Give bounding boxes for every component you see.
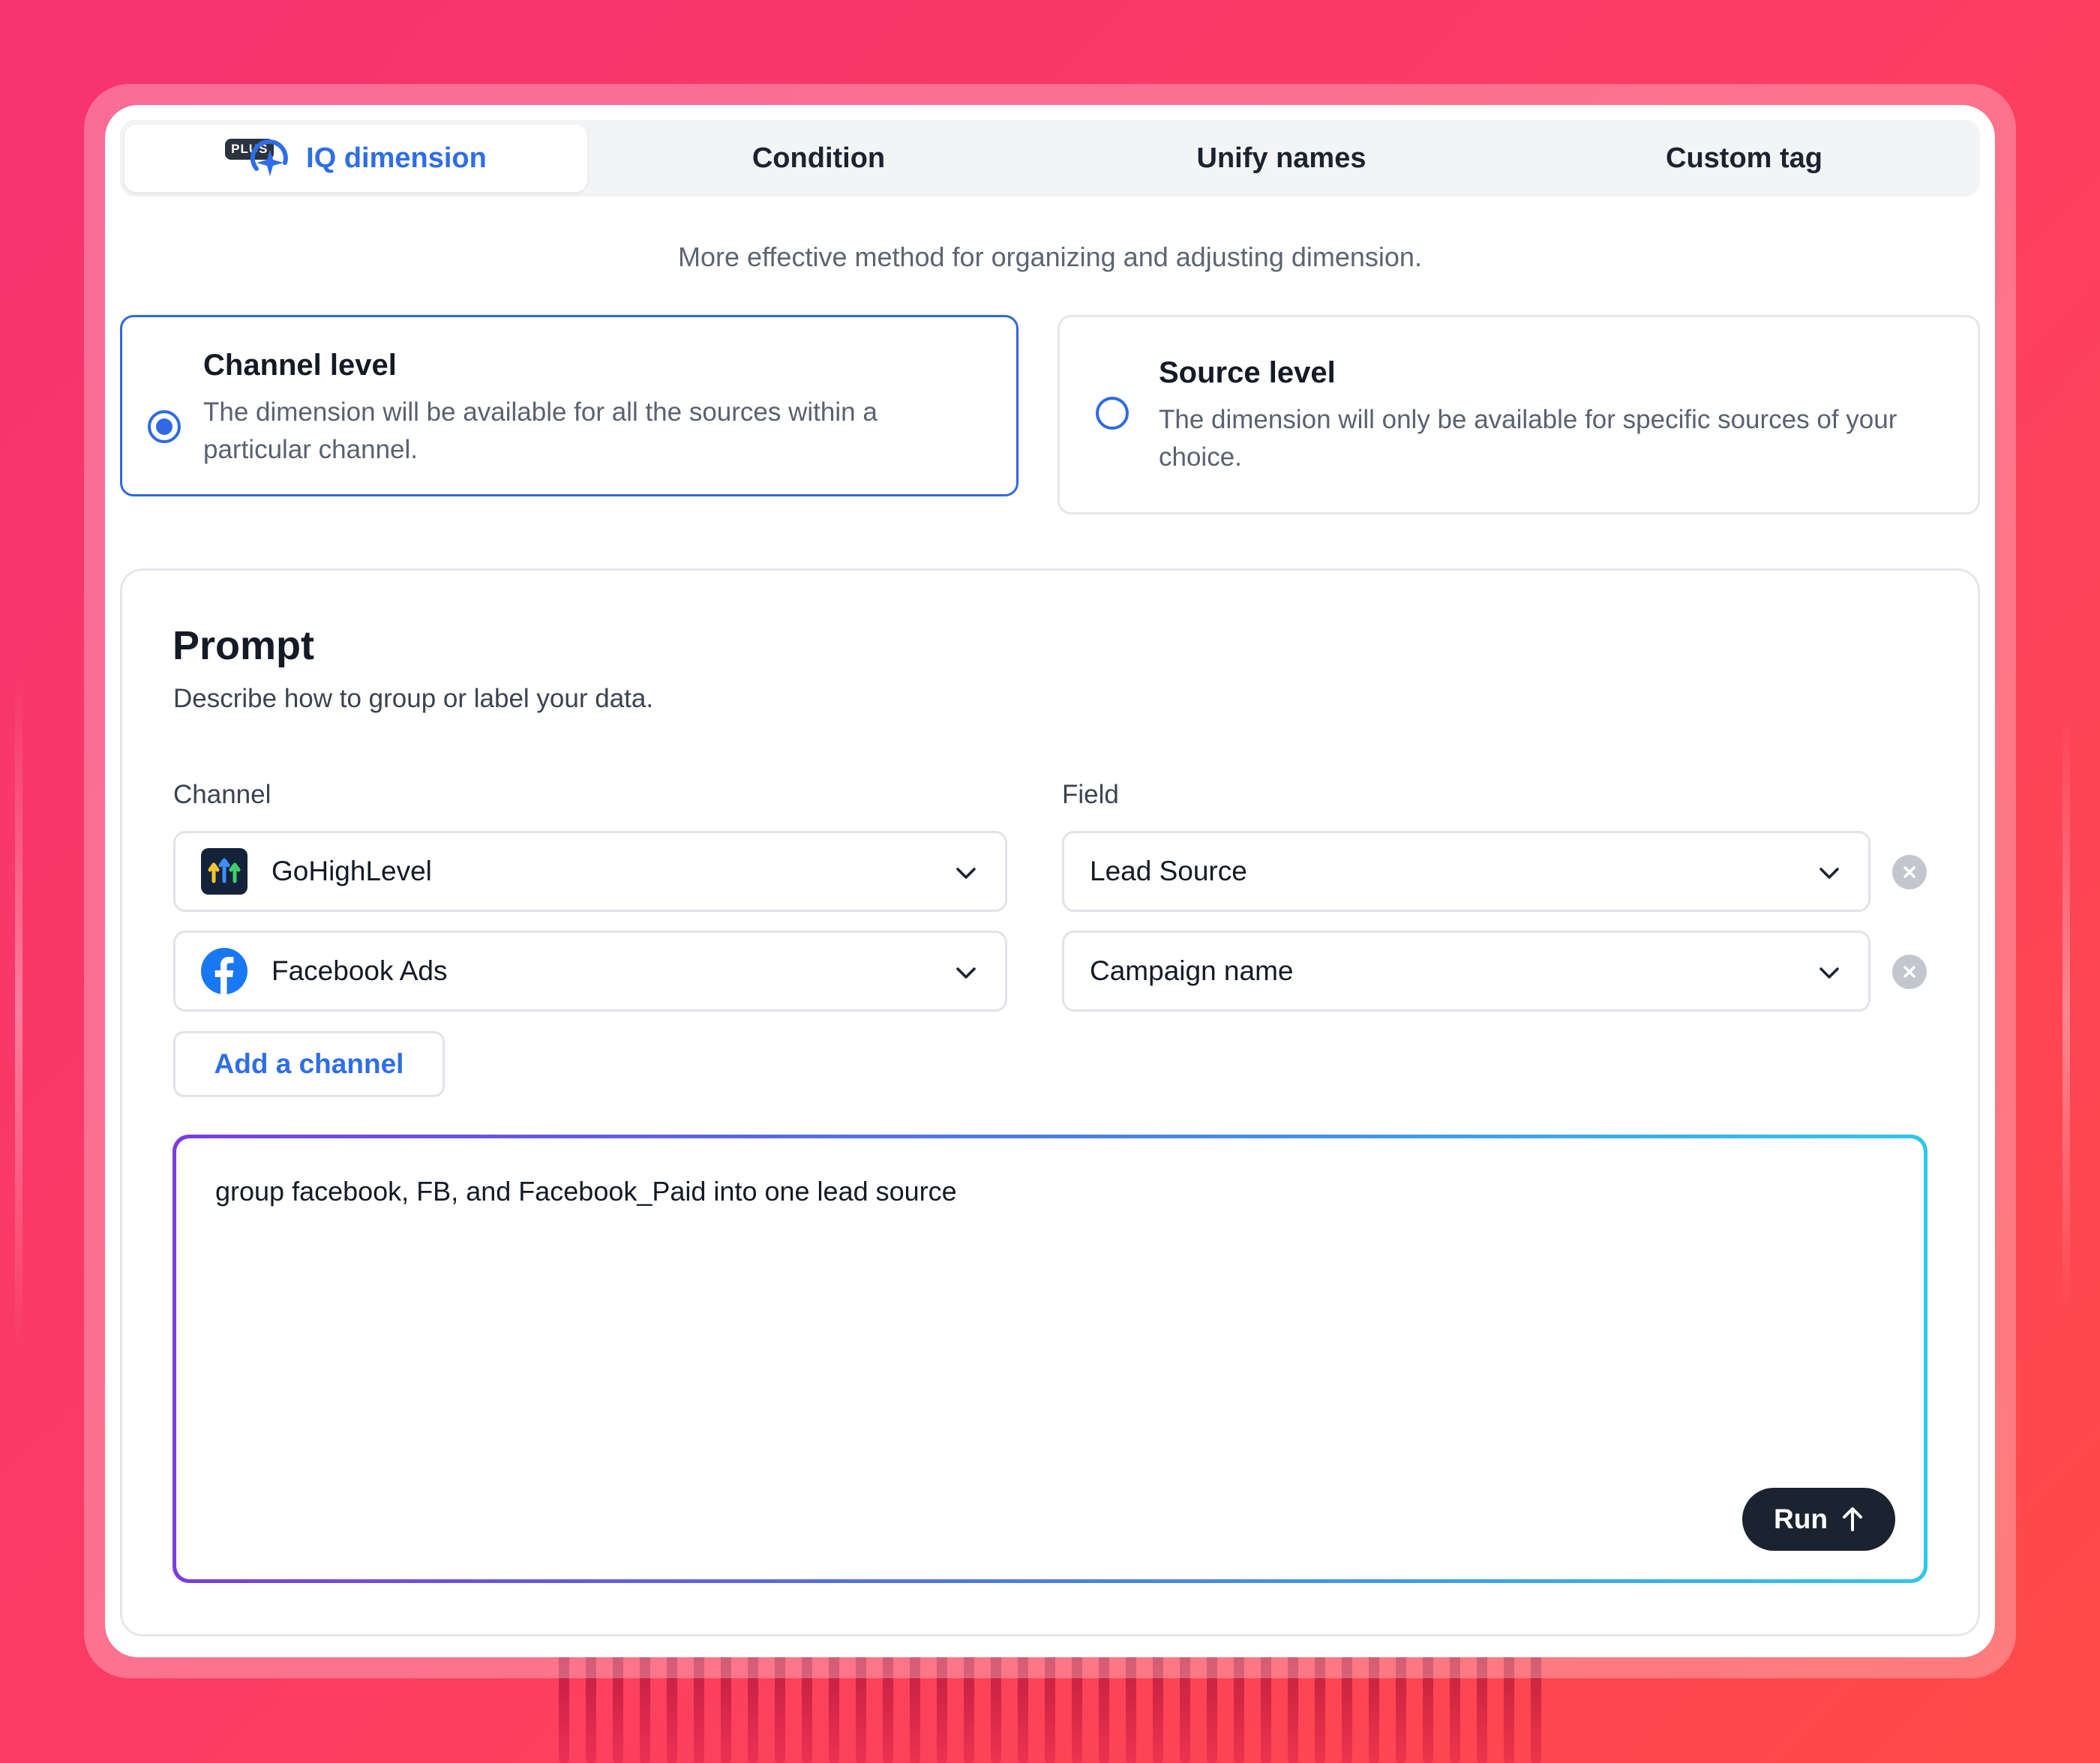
channel-select-value: GoHighLevel xyxy=(272,856,432,886)
tab-label: Unify names xyxy=(1196,142,1366,174)
close-icon xyxy=(1904,866,1916,878)
channel-select[interactable]: GoHighLevel xyxy=(173,831,1007,912)
tab-label: Condition xyxy=(752,142,886,174)
chevron-down-icon xyxy=(1820,967,1839,979)
method-description: More effective method for organizing and… xyxy=(678,241,1422,272)
channel-level-title: Channel level xyxy=(203,349,397,382)
chevron-down-icon xyxy=(956,868,976,879)
close-icon xyxy=(1904,966,1916,978)
channel-label: Channel xyxy=(173,780,272,809)
tab-bar: PLUS IQ dimension Condition Unify names … xyxy=(120,120,1980,196)
field-select-value: Campaign name xyxy=(1090,955,1294,986)
tab-unify-names[interactable]: Unify names xyxy=(1050,124,1513,192)
source-level-title: Source level xyxy=(1159,356,1336,389)
prompt-title: Prompt xyxy=(172,623,314,668)
remove-row-button[interactable] xyxy=(1892,955,1927,989)
channel-select[interactable]: Facebook Ads xyxy=(173,931,1007,1012)
prompt-subtitle: Describe how to group or label your data… xyxy=(173,684,654,713)
channel-level-option[interactable]: Channel level The dimension will be avai… xyxy=(120,315,1018,496)
tab-label: IQ dimension xyxy=(306,142,487,174)
remove-row-button[interactable] xyxy=(1892,855,1927,889)
chevron-down-icon xyxy=(956,967,976,979)
source-level-option[interactable]: Source level The dimension will only be … xyxy=(1058,315,1980,514)
field-label: Field xyxy=(1062,780,1119,809)
prompt-input-border: group facebook, FB, and Facebook_Paid in… xyxy=(172,1135,1928,1583)
prompt-input-text: group facebook, FB, and Facebook_Paid in… xyxy=(215,1176,957,1207)
channel-level-description: The dimension will be available for all … xyxy=(203,397,878,464)
arrow-up-icon xyxy=(1842,1507,1862,1531)
plus-sparkle-icon: PLUS xyxy=(225,137,290,179)
tab-label: Custom tag xyxy=(1666,142,1822,174)
chevron-down-icon xyxy=(1820,868,1839,879)
source-level-radio[interactable] xyxy=(1096,397,1129,430)
prompt-input[interactable]: group facebook, FB, and Facebook_Paid in… xyxy=(176,1138,1924,1579)
run-button[interactable]: Run xyxy=(1742,1488,1895,1551)
background-decoration xyxy=(15,675,22,1350)
channel-level-radio[interactable] xyxy=(148,410,181,443)
background-decoration xyxy=(2062,712,2070,1312)
add-channel-button[interactable]: Add a channel xyxy=(173,1031,445,1097)
tab-condition[interactable]: Condition xyxy=(587,124,1050,192)
gohighlevel-icon xyxy=(201,848,248,895)
field-select[interactable]: Campaign name xyxy=(1062,931,1870,1012)
channel-select-value: Facebook Ads xyxy=(272,955,448,986)
source-level-description: The dimension will only be available for… xyxy=(1159,405,1898,472)
field-select-value: Lead Source xyxy=(1090,856,1247,886)
tab-iq-dimension[interactable]: PLUS IQ dimension xyxy=(124,124,587,192)
field-select[interactable]: Lead Source xyxy=(1062,831,1870,912)
tab-custom-tag[interactable]: Custom tag xyxy=(1513,124,1976,192)
facebook-icon xyxy=(201,948,248,994)
run-label: Run xyxy=(1774,1504,1828,1534)
